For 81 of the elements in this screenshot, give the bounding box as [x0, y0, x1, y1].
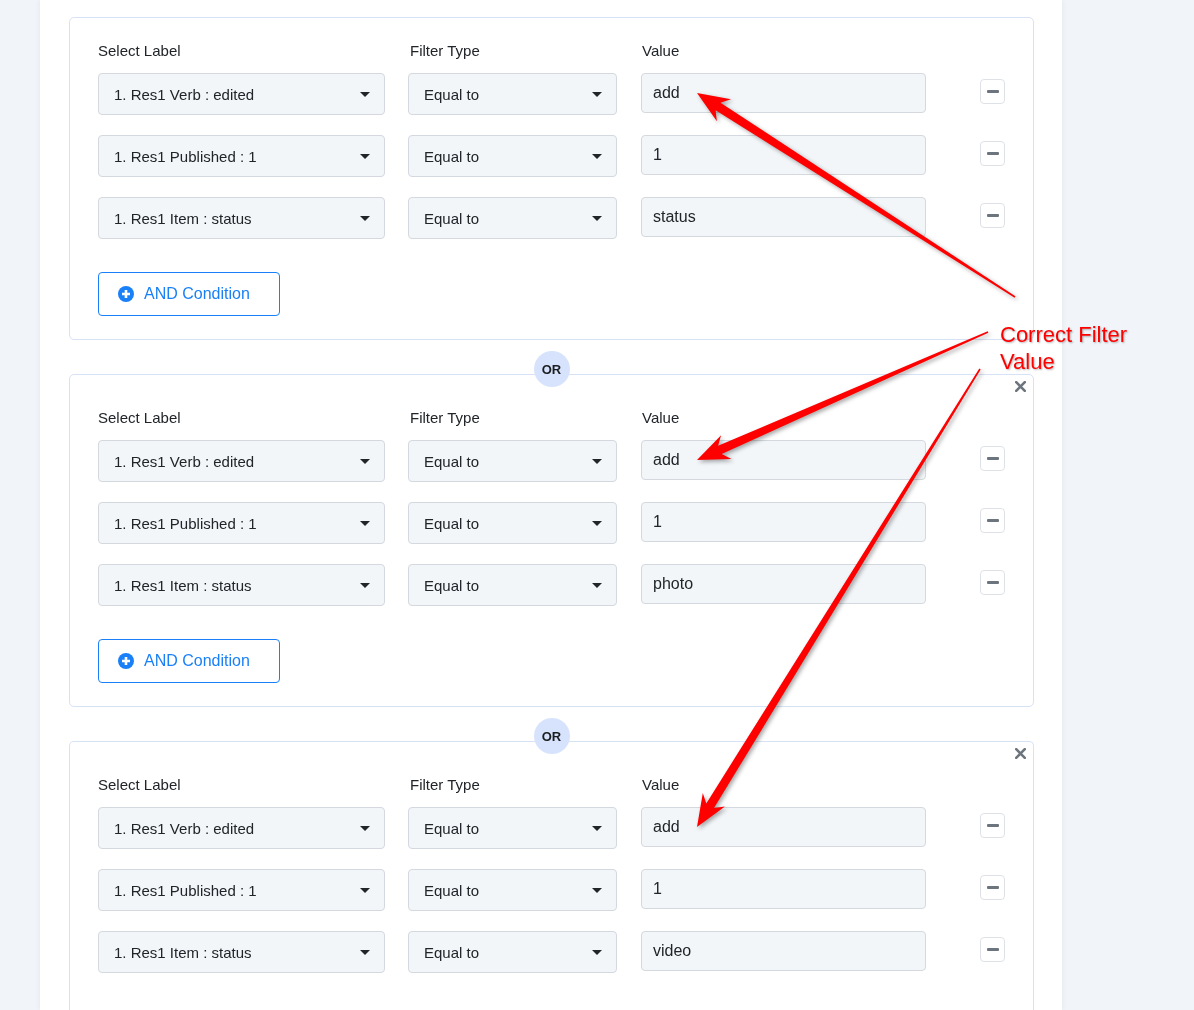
add-condition-button[interactable]: AND Condition — [98, 639, 280, 683]
add-condition-button[interactable]: AND Condition — [98, 272, 280, 316]
column-header: Select Label — [98, 41, 182, 61]
caret-icon — [360, 825, 370, 831]
caret-icon — [592, 887, 602, 893]
value-field[interactable]: add — [641, 440, 926, 480]
column-header: Value — [642, 408, 680, 428]
label-dropdown[interactable]: 1. Res1 Verb : edited — [98, 73, 385, 115]
caret-icon — [592, 215, 602, 221]
column-header: Filter Type — [410, 408, 481, 428]
column-header: Select Label — [98, 775, 182, 795]
remove-button[interactable] — [980, 570, 1005, 595]
caret-icon — [360, 949, 370, 955]
operator-badge: OR — [533, 351, 570, 387]
minus-icon — [986, 519, 999, 522]
minus-icon — [986, 457, 999, 460]
caret-icon — [360, 458, 370, 464]
caret-icon — [592, 582, 602, 588]
operator-badge: OR — [533, 718, 570, 754]
filter-type-dropdown[interactable]: Equal to — [408, 197, 617, 239]
close-icon[interactable] — [1015, 748, 1026, 759]
minus-icon — [986, 152, 999, 155]
remove-button[interactable] — [980, 203, 1005, 228]
column-header: Value — [642, 41, 680, 61]
caret-icon — [360, 520, 370, 526]
filter-type-dropdown[interactable]: Equal to — [408, 564, 617, 606]
remove-button[interactable] — [980, 508, 1005, 533]
filter-type-dropdown[interactable]: Equal to — [408, 135, 617, 177]
remove-button[interactable] — [980, 141, 1005, 166]
minus-icon — [986, 90, 999, 93]
value-field[interactable]: video — [641, 931, 926, 971]
remove-button[interactable] — [980, 875, 1005, 900]
remove-button[interactable] — [980, 813, 1005, 838]
column-header: Value — [642, 775, 680, 795]
label-dropdown[interactable]: 1. Res1 Item : status — [98, 197, 385, 239]
plus-circle-icon — [118, 653, 134, 669]
caret-icon — [592, 153, 602, 159]
remove-button[interactable] — [980, 937, 1005, 962]
column-header: Filter Type — [410, 775, 481, 795]
minus-icon — [986, 581, 999, 584]
filter-type-dropdown[interactable]: Equal to — [408, 869, 617, 911]
caret-icon — [592, 520, 602, 526]
filter-type-dropdown[interactable]: Equal to — [408, 440, 617, 482]
minus-icon — [986, 214, 999, 217]
value-field[interactable]: status — [641, 197, 926, 237]
column-header: Select Label — [98, 408, 182, 428]
filter-type-dropdown[interactable]: Equal to — [408, 73, 617, 115]
value-field[interactable]: 1 — [641, 869, 926, 909]
filter-type-dropdown[interactable]: Equal to — [408, 931, 617, 973]
caret-icon — [360, 153, 370, 159]
caret-icon — [360, 887, 370, 893]
label-dropdown[interactable]: 1. Res1 Item : status — [98, 564, 385, 606]
label-dropdown[interactable]: 1. Res1 Published : 1 — [98, 869, 385, 911]
caret-icon — [592, 949, 602, 955]
label-dropdown[interactable]: 1. Res1 Verb : edited — [98, 440, 385, 482]
annotation-text: Correct Filter Value — [1000, 321, 1129, 375]
value-field[interactable]: add — [641, 73, 926, 113]
value-field[interactable]: 1 — [641, 502, 926, 542]
label-dropdown[interactable]: 1. Res1 Verb : edited — [98, 807, 385, 849]
column-header: Filter Type — [410, 41, 481, 61]
value-field[interactable]: add — [641, 807, 926, 847]
plus-circle-icon — [118, 286, 134, 302]
caret-icon — [592, 458, 602, 464]
close-icon[interactable] — [1015, 381, 1026, 392]
caret-icon — [360, 91, 370, 97]
caret-icon — [592, 825, 602, 831]
label-dropdown[interactable]: 1. Res1 Item : status — [98, 931, 385, 973]
value-field[interactable]: photo — [641, 564, 926, 604]
label-dropdown[interactable]: 1. Res1 Published : 1 — [98, 502, 385, 544]
minus-icon — [986, 948, 999, 951]
caret-icon — [360, 582, 370, 588]
minus-icon — [986, 824, 999, 827]
caret-icon — [592, 91, 602, 97]
minus-icon — [986, 886, 999, 889]
label-dropdown[interactable]: 1. Res1 Published : 1 — [98, 135, 385, 177]
filter-type-dropdown[interactable]: Equal to — [408, 807, 617, 849]
remove-button[interactable] — [980, 79, 1005, 104]
value-field[interactable]: 1 — [641, 135, 926, 175]
filter-type-dropdown[interactable]: Equal to — [408, 502, 617, 544]
remove-button[interactable] — [980, 446, 1005, 471]
caret-icon — [360, 215, 370, 221]
